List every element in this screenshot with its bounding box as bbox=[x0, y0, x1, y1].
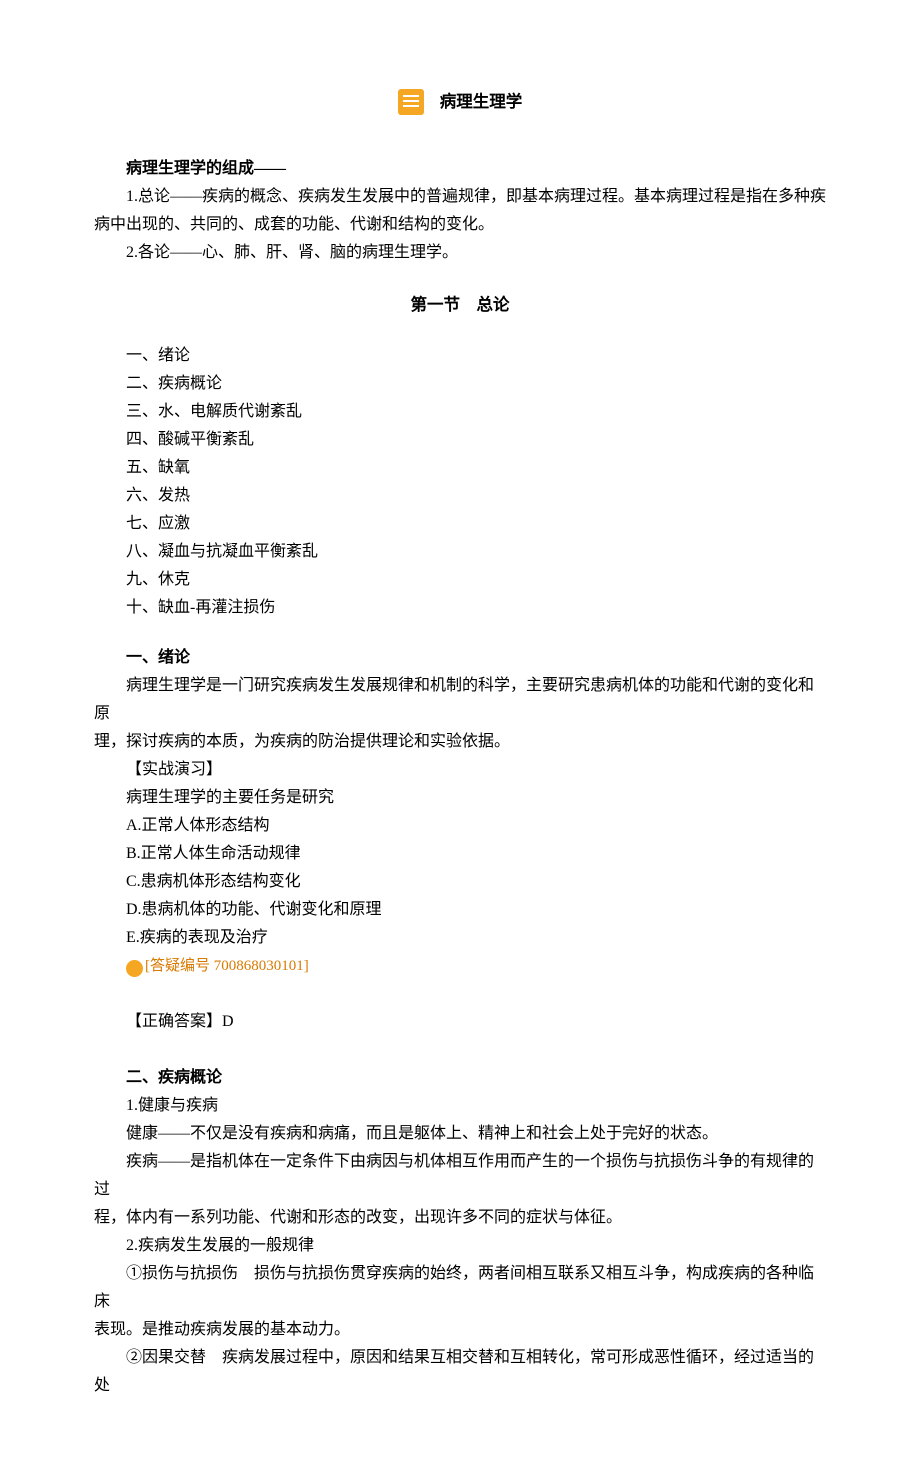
answer-code-row: ?[答疑编号 700868030101] bbox=[94, 952, 826, 980]
outline-item: 九、休克 bbox=[94, 566, 826, 594]
outline-item: 三、水、电解质代谢紊乱 bbox=[94, 398, 826, 426]
heading-1: 一、绪论 bbox=[94, 644, 826, 672]
exercise-label: 【实战演习】 bbox=[94, 756, 826, 784]
correct-answer: 【正确答案】D bbox=[94, 1008, 826, 1036]
h2-paragraph-b: 表现。是推动疾病发展的基本动力。 bbox=[94, 1316, 826, 1344]
question-mark-icon: ? bbox=[126, 960, 143, 977]
question-option: B.正常人体生命活动规律 bbox=[94, 840, 826, 868]
outline-item: 六、发热 bbox=[94, 482, 826, 510]
outline-item: 八、凝血与抗凝血平衡紊乱 bbox=[94, 538, 826, 566]
intro-paragraph-1b: 病中出现的、共同的、成套的功能、代谢和结构的变化。 bbox=[94, 211, 826, 239]
outline-item: 四、酸碱平衡紊乱 bbox=[94, 426, 826, 454]
h1-paragraph-a: 病理生理学是一门研究疾病发生发展规律和机制的科学，主要研究患病机体的功能和代谢的… bbox=[94, 672, 826, 728]
h2-paragraph: 1.健康与疾病 bbox=[94, 1092, 826, 1120]
list-icon bbox=[398, 89, 424, 115]
document-title: 病理生理学 bbox=[440, 92, 523, 111]
h2-paragraph: 健康——不仅是没有疾病和病痛，而且是躯体上、精神上和社会上处于完好的状态。 bbox=[94, 1120, 826, 1148]
outline-item: 二、疾病概论 bbox=[94, 370, 826, 398]
intro-heading: 病理生理学的组成—— bbox=[94, 155, 826, 183]
outline-item: 五、缺氧 bbox=[94, 454, 826, 482]
outline-item: 十、缺血-再灌注损伤 bbox=[94, 594, 826, 622]
h2-paragraph: ②因果交替 疾病发展过程中，原因和结果互相交替和互相转化，常可形成恶性循环，经过… bbox=[94, 1344, 826, 1400]
section-1-title: 第一节 总论 bbox=[94, 291, 826, 320]
intro-paragraph-2: 2.各论——心、肺、肝、肾、脑的病理生理学。 bbox=[94, 239, 826, 267]
question-option: C.患病机体形态结构变化 bbox=[94, 868, 826, 896]
h2-paragraph: 2.疾病发生发展的一般规律 bbox=[94, 1232, 826, 1260]
outline-item: 一、绪论 bbox=[94, 342, 826, 370]
h2-paragraph-b: 程，体内有一系列功能、代谢和形态的改变，出现许多不同的症状与体征。 bbox=[94, 1204, 826, 1232]
document-title-row: 病理生理学 bbox=[94, 88, 826, 117]
h2-paragraph-a: ①损伤与抗损伤 损伤与抗损伤贯穿疾病的始终，两者间相互联系又相互斗争，构成疾病的… bbox=[94, 1260, 826, 1316]
outline-item: 七、应激 bbox=[94, 510, 826, 538]
h1-paragraph-b: 理，探讨疾病的本质，为疾病的防治提供理论和实验依据。 bbox=[94, 728, 826, 756]
answer-code-text: [答疑编号 700868030101] bbox=[145, 958, 309, 974]
question-option: A.正常人体形态结构 bbox=[94, 812, 826, 840]
heading-2: 二、疾病概论 bbox=[94, 1064, 826, 1092]
question-option: D.患病机体的功能、代谢变化和原理 bbox=[94, 896, 826, 924]
intro-paragraph-1a: 1.总论——疾病的概念、疾病发生发展中的普遍规律，即基本病理过程。基本病理过程是… bbox=[94, 183, 826, 211]
question-stem: 病理生理学的主要任务是研究 bbox=[94, 784, 826, 812]
h2-paragraph-a: 疾病——是指机体在一定条件下由病因与机体相互作用而产生的一个损伤与抗损伤斗争的有… bbox=[94, 1148, 826, 1204]
question-option: E.疾病的表现及治疗 bbox=[94, 924, 826, 952]
